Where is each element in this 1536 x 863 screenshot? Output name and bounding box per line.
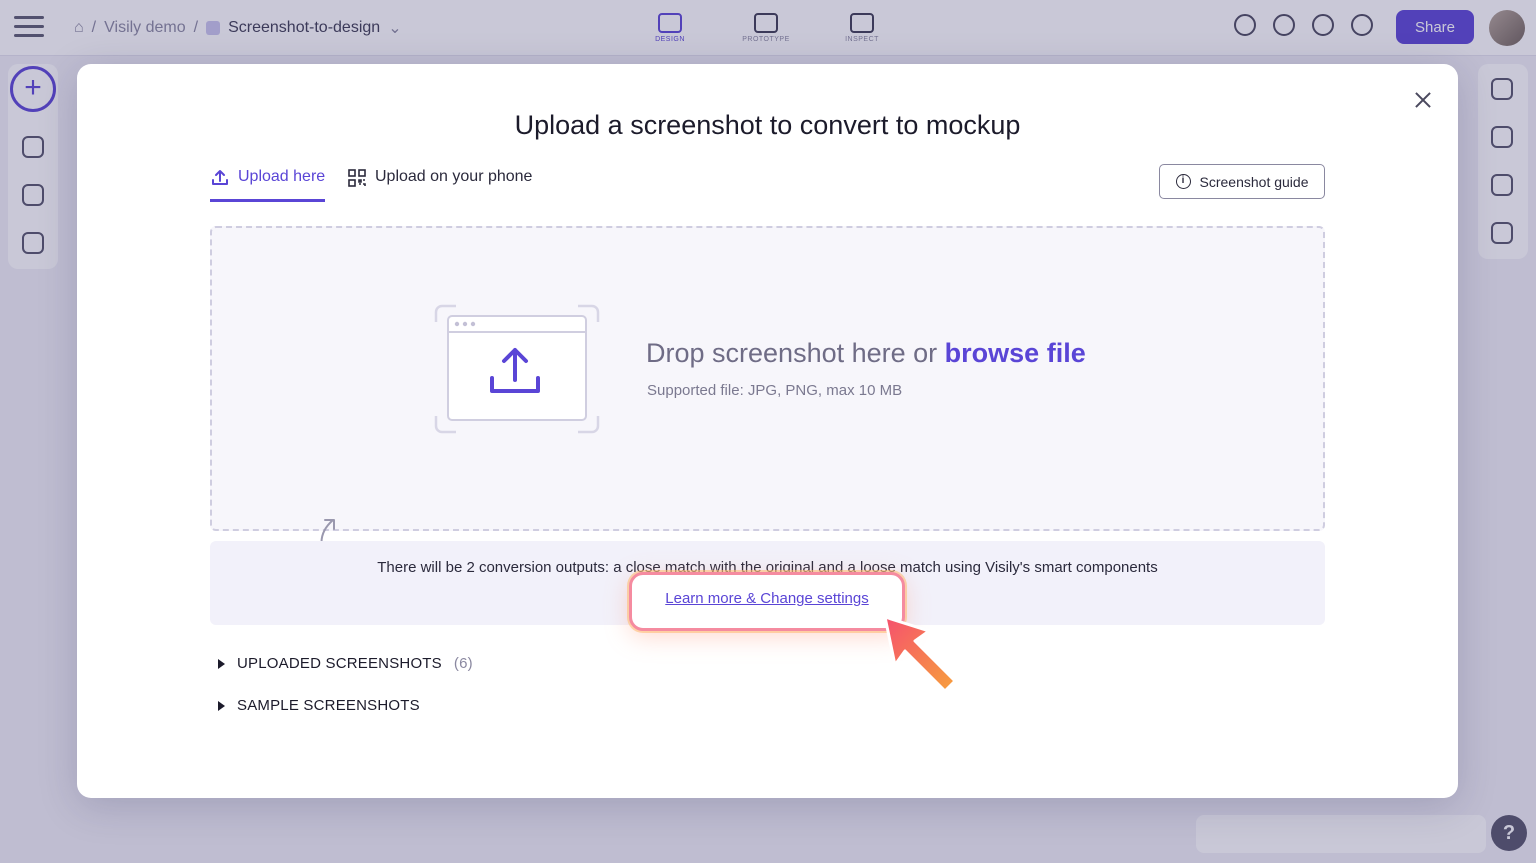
screenshot-guide-button[interactable]: i Screenshot guide: [1159, 164, 1325, 199]
caret-right-icon: [218, 658, 225, 669]
learn-more-settings-link[interactable]: Learn more & Change settings: [632, 590, 902, 607]
sample-screenshots-section[interactable]: SAMPLE SCREENSHOTS: [218, 697, 420, 714]
highlight-frame: Learn more & Change settings: [629, 572, 905, 631]
supported-files-text: Supported file: JPG, PNG, max 10 MB: [647, 382, 903, 399]
uploaded-screenshots-section[interactable]: UPLOADED SCREENSHOTS (6): [218, 655, 473, 672]
caret-right-icon: [218, 700, 225, 711]
upload-window-icon: [434, 304, 600, 434]
tab-upload-on-phone[interactable]: Upload on your phone: [347, 168, 532, 202]
pointer-arrow-icon: [883, 615, 957, 693]
tab-label: Upload on your phone: [375, 168, 533, 185]
upload-screenshot-modal: Upload a screenshot to convert to mockup…: [77, 64, 1458, 798]
drop-text: Drop screenshot here or browse file: [646, 338, 1086, 368]
drop-zone[interactable]: Drop screenshot here or browse file Supp…: [210, 226, 1325, 531]
qr-code-icon: [348, 169, 366, 187]
modal-title: Upload a screenshot to convert to mockup: [514, 110, 1021, 140]
browse-file-link[interactable]: browse file: [945, 338, 1086, 368]
upload-icon: [212, 170, 228, 185]
info-icon: i: [1175, 174, 1191, 189]
tab-label: Upload here: [238, 168, 326, 185]
tab-upload-here[interactable]: Upload here: [210, 168, 326, 202]
uploaded-count: (6): [453, 655, 473, 672]
